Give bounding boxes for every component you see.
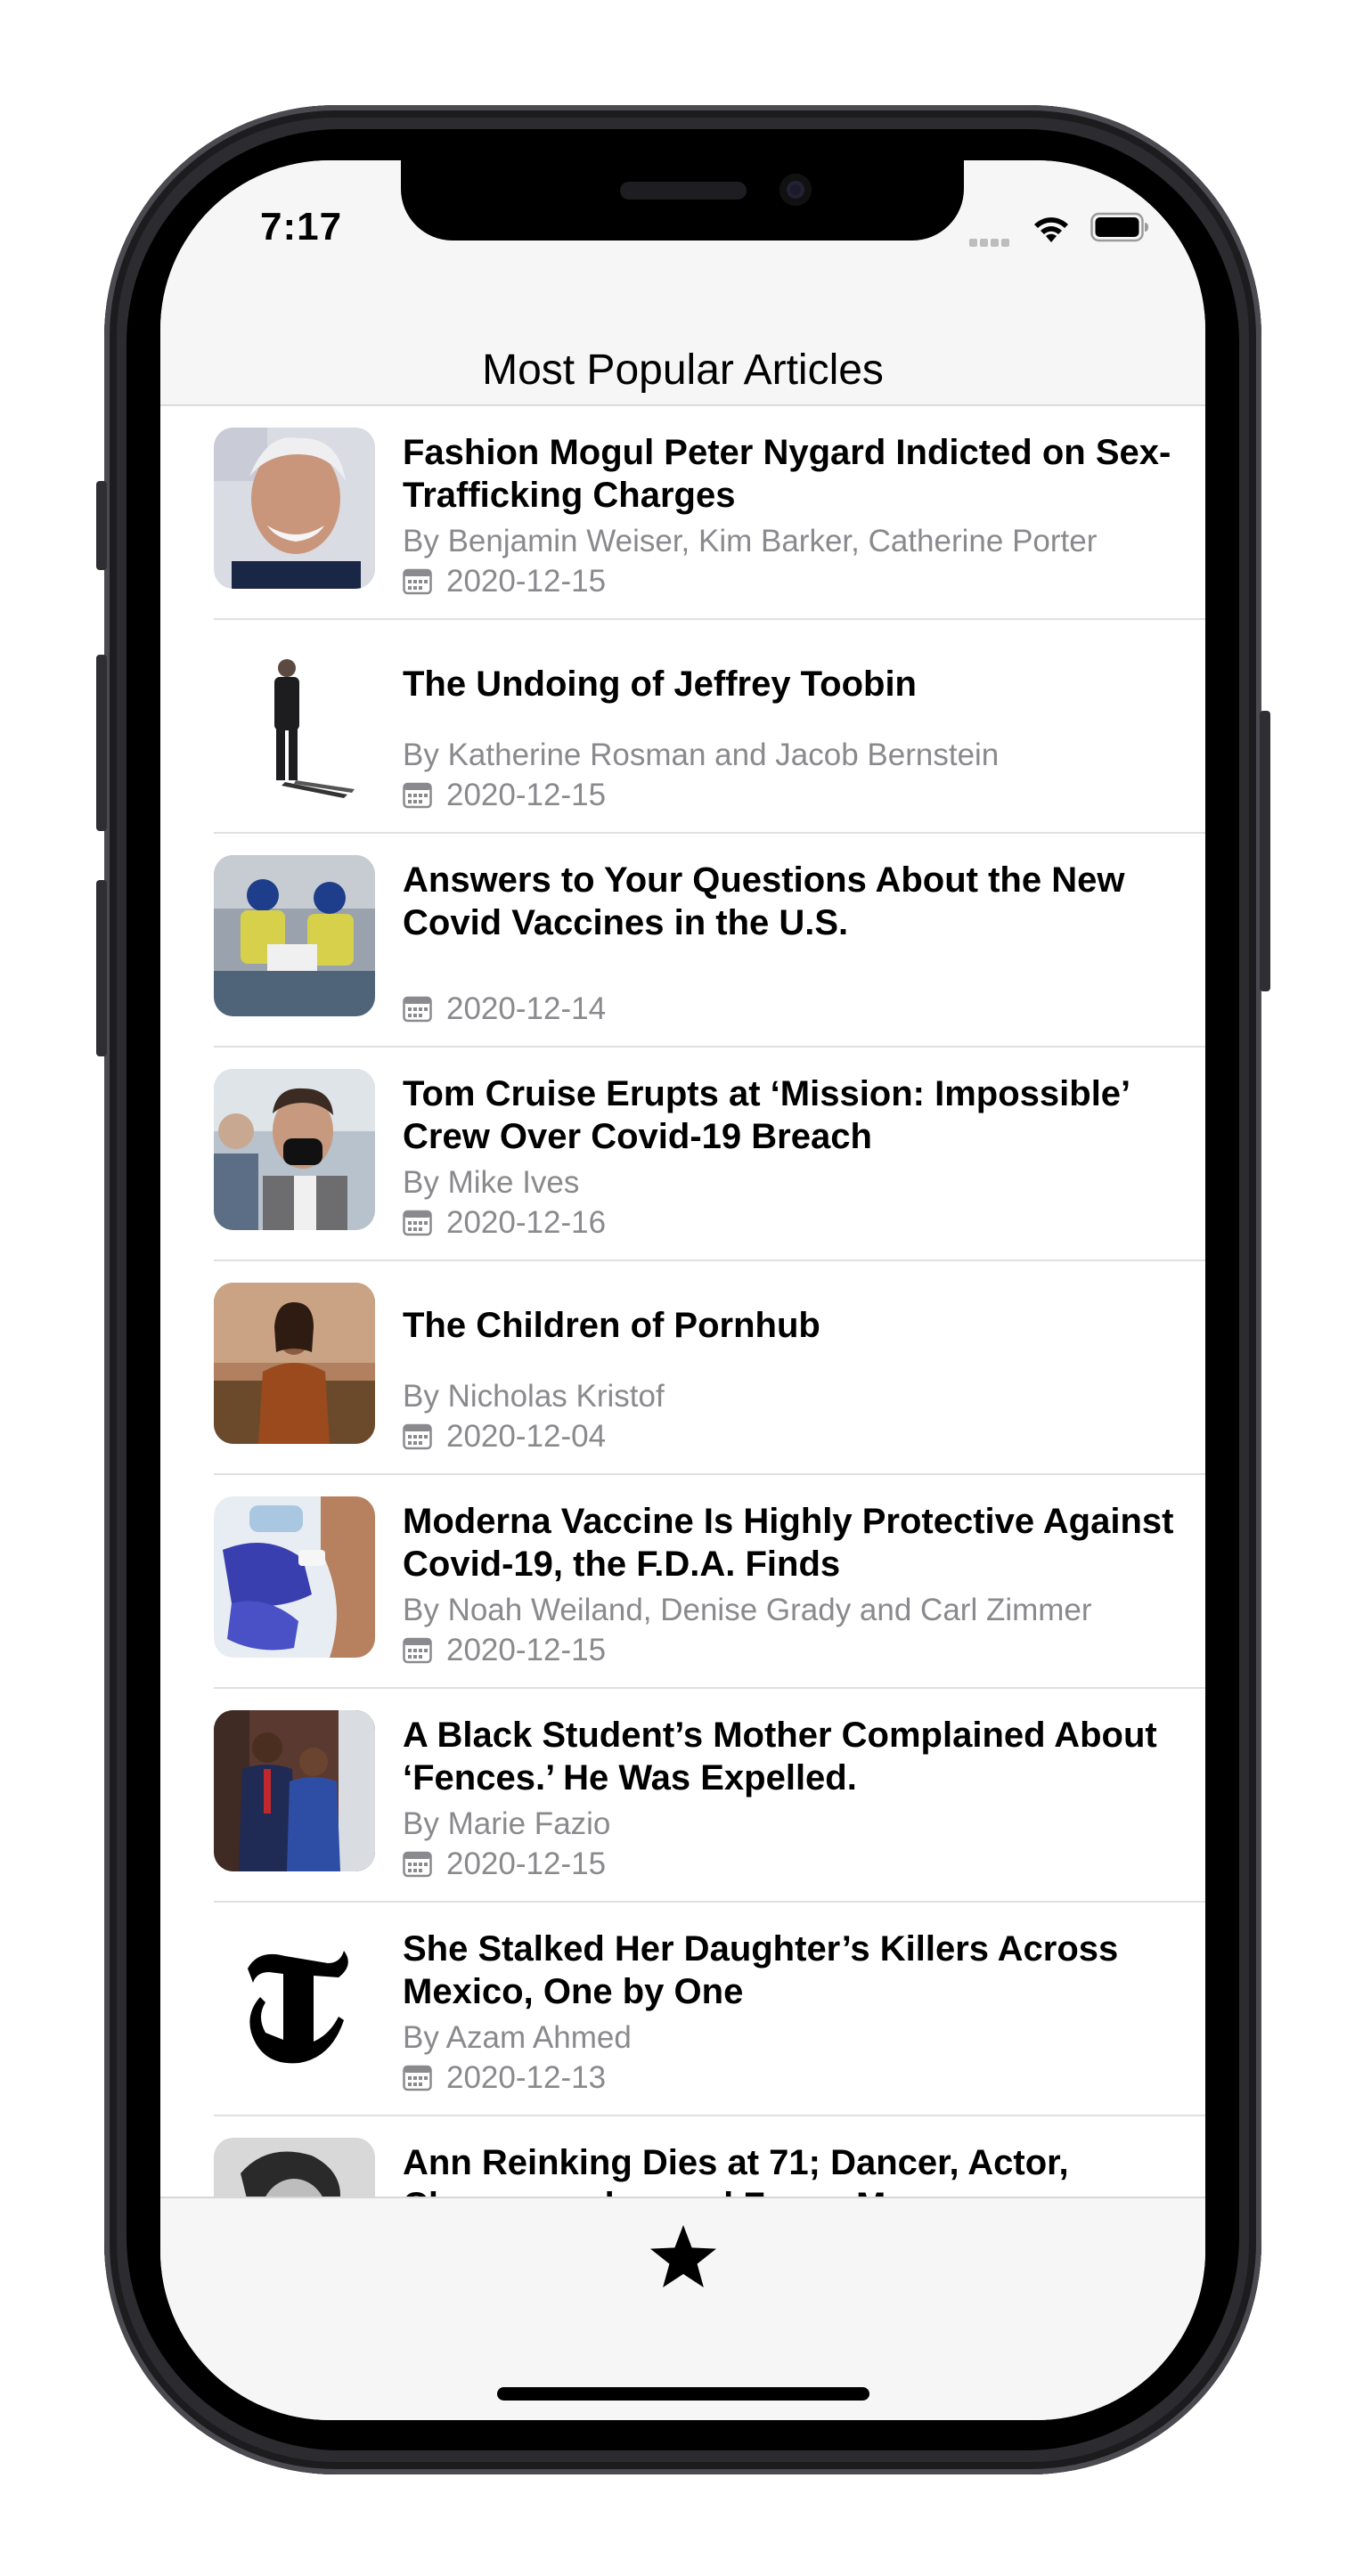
article-row[interactable]: She Stalked Her Daughter’s Killers Acros…: [160, 1903, 1205, 2116]
earpiece-speaker: [620, 182, 747, 200]
article-title: Moderna Vaccine Is Highly Protective Aga…: [403, 1502, 1174, 1584]
power-button: [1260, 711, 1270, 991]
article-date: 2020-12-16: [403, 1205, 606, 1241]
volume-up-button: [96, 655, 107, 831]
article-date: 2020-12-15: [403, 778, 606, 813]
article-thumbnail: [214, 641, 375, 803]
article-thumbnail: [214, 1069, 375, 1230]
article-byline: By Benjamin Weiser, Kim Barker, Catherin…: [403, 524, 1098, 558]
wifi-icon: [1034, 217, 1068, 242]
article-date: 2020-12-13: [403, 2060, 606, 2096]
status-time: 7:17: [260, 205, 343, 249]
article-date: 2020-12-14: [403, 991, 606, 1027]
article-thumbnail: [214, 1710, 375, 1871]
calendar-icon: [403, 996, 432, 1023]
article-title: Tom Cruise Erupts at ‘Mission: Impossibl…: [403, 1074, 1129, 1156]
article-title: The Children of Pornhub: [403, 1306, 820, 1345]
calendar-icon: [403, 1210, 432, 1236]
calendar-icon: [403, 1637, 432, 1664]
article-date-text: 2020-12-15: [446, 778, 607, 812]
article-row[interactable]: Answers to Your Questions About the New …: [160, 834, 1205, 1048]
article-row[interactable]: A Black Student’s Mother Complained Abou…: [160, 1689, 1205, 1903]
article-date-text: 2020-12-14: [446, 991, 607, 1026]
app-screen: 7:17 Most Popular Articles Fashion Mogul…: [160, 160, 1205, 2420]
battery-icon: [1090, 212, 1148, 242]
article-byline: By Noah Weiland, Denise Grady and Carl Z…: [403, 1593, 1092, 1627]
article-row[interactable]: The Children of Pornhub By Nicholas Kris…: [160, 1261, 1205, 1475]
article-title: A Black Student’s Mother Complained Abou…: [403, 1716, 1157, 1797]
calendar-icon: [403, 568, 432, 595]
article-date: 2020-12-04: [403, 1419, 606, 1455]
article-thumbnail: [214, 1924, 375, 2085]
front-camera: [779, 174, 812, 206]
silent-switch: [96, 481, 107, 570]
article-thumbnail: [214, 1496, 375, 1658]
article-title: Ann Reinking Dies at 71; Dancer, Actor, …: [403, 2143, 1069, 2197]
article-date-text: 2020-12-16: [446, 1205, 607, 1240]
article-title: The Undoing of Jeffrey Toobin: [403, 664, 917, 704]
article-title: She Stalked Her Daughter’s Killers Acros…: [403, 1929, 1119, 2011]
article-title: Fashion Mogul Peter Nygard Indicted on S…: [403, 433, 1171, 515]
article-byline: By Mike Ives: [403, 1165, 580, 1200]
articles-list[interactable]: Fashion Mogul Peter Nygard Indicted on S…: [160, 406, 1205, 2197]
home-indicator[interactable]: [497, 2387, 869, 2401]
article-date: 2020-12-15: [403, 564, 606, 599]
calendar-icon: [403, 782, 432, 809]
article-date-text: 2020-12-04: [446, 1419, 607, 1454]
article-byline: By Nicholas Kristof: [403, 1379, 665, 1414]
notch: [401, 160, 964, 240]
article-date: 2020-12-15: [403, 1846, 606, 1882]
article-byline: By Katherine Rosman and Jacob Bernstein: [403, 738, 1000, 772]
article-thumbnail: [214, 428, 375, 589]
article-row[interactable]: Moderna Vaccine Is Highly Protective Aga…: [160, 1475, 1205, 1689]
article-date-text: 2020-12-13: [446, 2060, 607, 2095]
cellular-signal-icon: [969, 235, 1016, 247]
article-date: 2020-12-15: [403, 1633, 606, 1668]
star-icon[interactable]: [649, 2223, 718, 2289]
article-date-text: 2020-12-15: [446, 1846, 607, 1881]
page-title: Most Popular Articles: [482, 346, 884, 395]
article-row[interactable]: Fashion Mogul Peter Nygard Indicted on S…: [160, 406, 1205, 620]
calendar-icon: [403, 1423, 432, 1450]
calendar-icon: [403, 1851, 432, 1878]
article-byline: By Marie Fazio: [403, 1806, 611, 1841]
article-row[interactable]: Tom Cruise Erupts at ‘Mission: Impossibl…: [160, 1048, 1205, 1261]
article-date-text: 2020-12-15: [446, 1633, 607, 1667]
volume-down-button: [96, 880, 107, 1056]
article-byline: By Azam Ahmed: [403, 2020, 632, 2055]
article-row[interactable]: Ann Reinking Dies at 71; Dancer, Actor, …: [160, 2116, 1205, 2197]
article-thumbnail: [214, 1283, 375, 1444]
article-date-text: 2020-12-15: [446, 564, 607, 599]
article-title: Answers to Your Questions About the New …: [403, 860, 1125, 942]
article-thumbnail: [214, 2138, 375, 2197]
calendar-icon: [403, 2065, 432, 2091]
nyt-logo-icon: [214, 1924, 375, 2085]
article-thumbnail: [214, 855, 375, 1016]
article-row[interactable]: The Undoing of Jeffrey Toobin By Katheri…: [160, 620, 1205, 834]
